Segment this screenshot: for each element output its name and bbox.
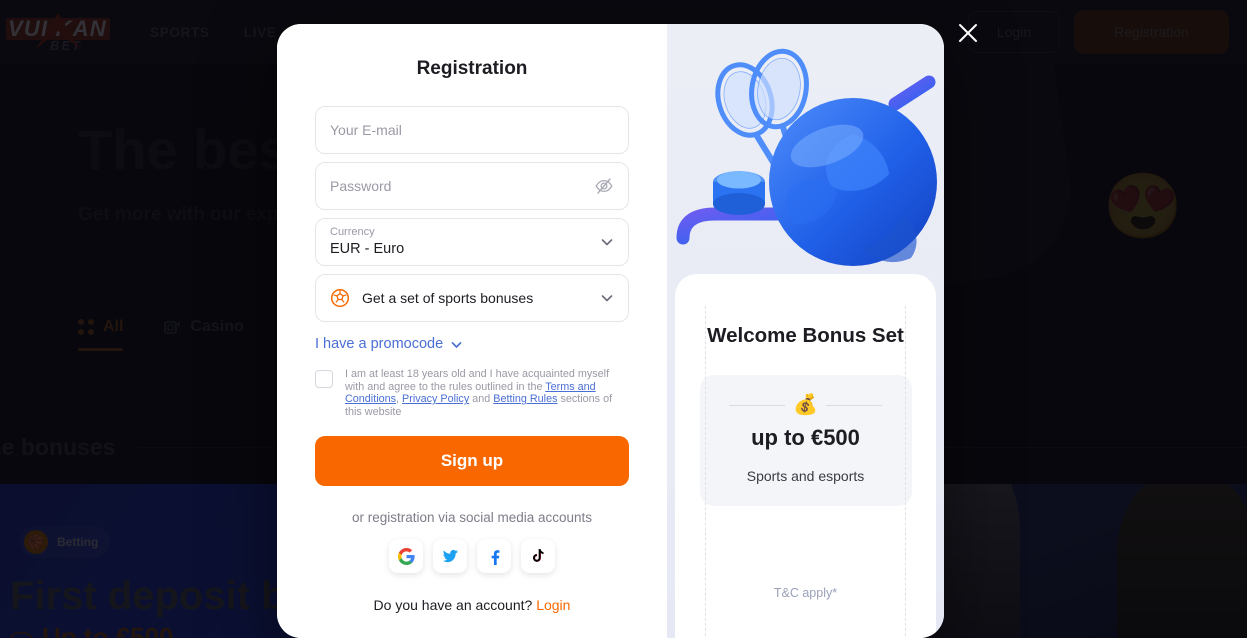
privacy-policy-link[interactable]: Privacy Policy — [402, 393, 469, 405]
bonus-ticket: Welcome Bonus Set 💰 up to €500 Sports an… — [675, 274, 936, 638]
terms-row: I am at least 18 years old and I have ac… — [315, 368, 629, 418]
money-bag-icon: 💰 — [793, 394, 818, 416]
chevron-down-icon — [601, 239, 613, 246]
account-question: Do you have an account? — [373, 597, 533, 614]
registration-modal: Registration Currency EUR - Euro — [277, 24, 944, 638]
sports-illustration — [676, 48, 937, 266]
currency-select[interactable]: Currency EUR - Euro — [315, 218, 629, 266]
terms-checkbox[interactable] — [315, 370, 333, 388]
tc-apply-link[interactable]: T&C apply* — [675, 586, 936, 600]
account-row: Do you have an account? Login — [315, 597, 629, 613]
signup-button[interactable]: Sign up — [315, 436, 629, 487]
modal-title: Registration — [416, 58, 528, 79]
bonus-divider-right — [825, 404, 882, 406]
google-login-button[interactable] — [389, 539, 423, 574]
social-buttons — [315, 539, 629, 574]
email-input[interactable] — [330, 122, 614, 138]
facebook-icon — [491, 550, 499, 565]
promocode-label: I have a promocode — [315, 336, 444, 352]
eye-off-icon[interactable] — [593, 175, 615, 197]
bonus-panel: Welcome Bonus Set 💰 up to €500 Sports an… — [667, 24, 944, 638]
password-field[interactable] — [315, 162, 629, 210]
terms-text: I am at least 18 years old and I have ac… — [345, 368, 629, 418]
bonus-select[interactable]: Get a set of sports bonuses — [315, 274, 629, 322]
bonus-amount: up to €500 — [751, 425, 860, 450]
login-link[interactable]: Login — [536, 597, 570, 613]
soccer-ball-icon — [330, 288, 350, 308]
tiktok-login-button[interactable] — [521, 539, 555, 574]
social-label: or registration via social media account… — [351, 510, 593, 526]
promocode-toggle[interactable]: I have a promocode — [315, 336, 629, 352]
bonus-card: 💰 up to €500 Sports and esports — [699, 375, 912, 506]
close-icon[interactable] — [957, 22, 979, 44]
currency-label: Currency — [330, 226, 375, 238]
terms-sep2: and — [469, 393, 494, 406]
bonus-divider-left — [729, 404, 786, 406]
registration-form-panel: Registration Currency EUR - Euro — [277, 24, 667, 638]
twitter-login-button[interactable] — [433, 539, 467, 574]
google-icon — [397, 547, 415, 565]
bonus-card-header: 💰 — [716, 395, 896, 415]
betting-rules-link[interactable]: Betting Rules — [493, 393, 557, 405]
chevron-down-icon — [601, 295, 613, 302]
tiktok-icon — [532, 548, 544, 562]
facebook-login-button[interactable] — [477, 539, 511, 574]
chevron-down-icon — [451, 341, 462, 348]
email-field[interactable] — [315, 106, 629, 154]
bonus-description: Sports and esports — [746, 468, 865, 484]
bonus-panel-title: Welcome Bonus Set — [707, 324, 904, 347]
bonus-select-label: Get a set of sports bonuses — [362, 290, 534, 306]
currency-value: EUR - Euro — [330, 241, 405, 257]
password-input[interactable] — [330, 178, 614, 194]
twitter-icon — [442, 549, 458, 563]
